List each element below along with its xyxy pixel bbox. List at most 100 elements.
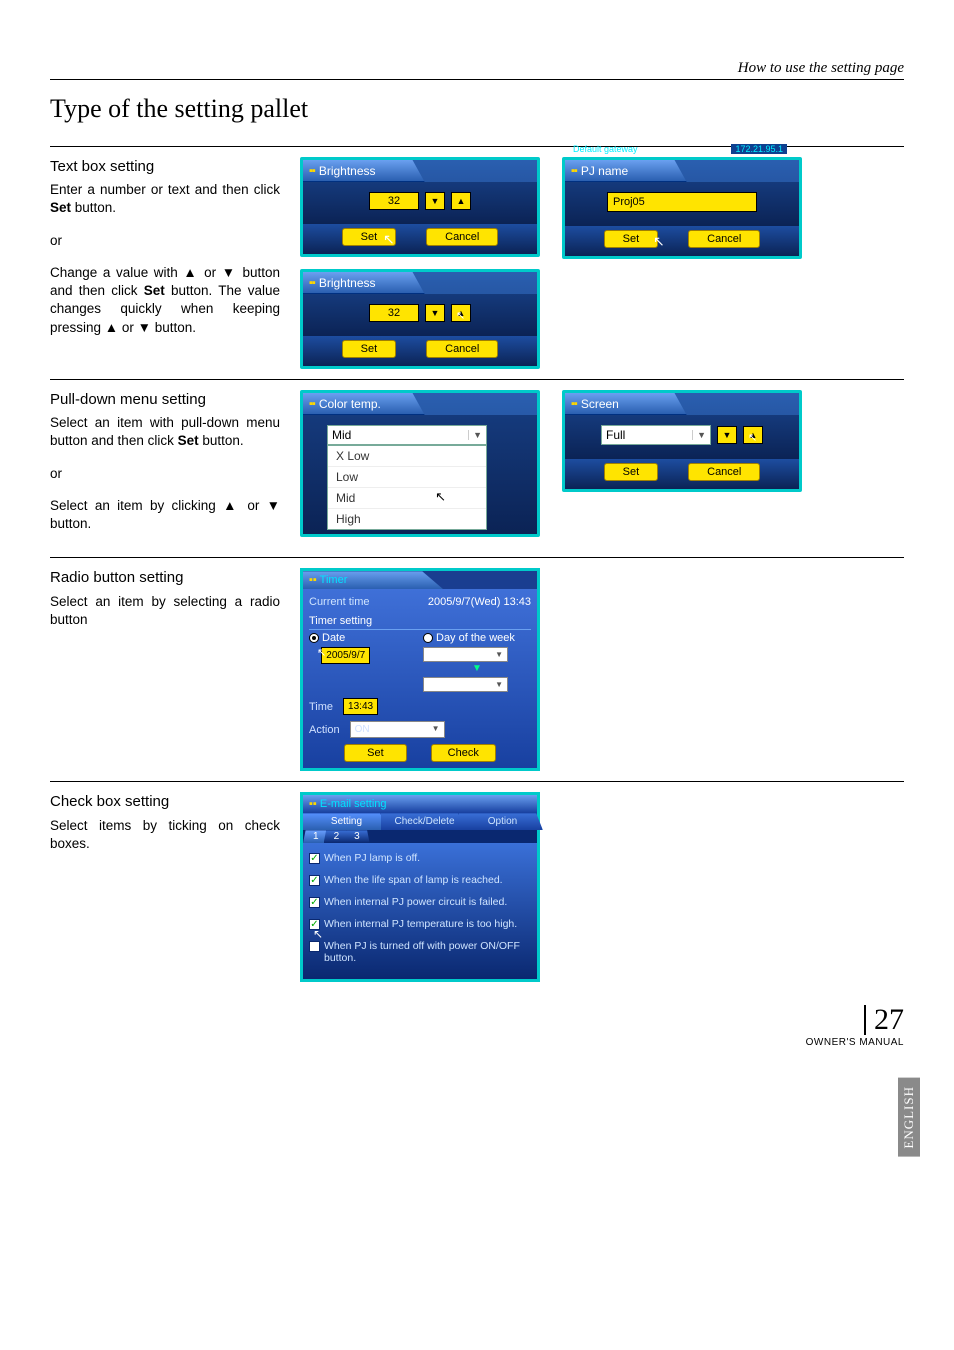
cancel-button[interactable]: Cancel <box>688 230 760 248</box>
panel-screen: ▪▪ Screen Full ▼ ▼ ▲↖ Set Cancel <box>562 390 802 492</box>
cursor-icon: ↖ <box>313 927 323 941</box>
pulldown-p2: Select an item by clicking ▲ or ▼ button… <box>50 497 280 533</box>
section-pulldown: Pull-down menu setting Select an item wi… <box>50 379 904 547</box>
cursor-icon: ↖ <box>748 431 757 444</box>
radio-p1: Select an item by selecting a radio butt… <box>50 593 280 629</box>
colortemp-select[interactable]: Mid ▼ <box>327 425 487 445</box>
gateway-label: Default gateway <box>573 144 638 154</box>
panel-pjname: Default gateway 172.21.95.1 ▪▪ PJ name P… <box>562 157 802 259</box>
colortemp-option[interactable]: Mid <box>328 487 486 508</box>
timer-setting-label: Timer setting <box>309 615 531 630</box>
timer-action-select[interactable]: ON▼ <box>350 721 445 738</box>
radio-dot-icon <box>423 633 433 643</box>
brightness2-title: Brightness <box>319 276 376 290</box>
textbox-or: or <box>50 232 280 250</box>
dow-select[interactable]: ▼ <box>423 647 508 662</box>
chevron-down-icon: ▼ <box>692 430 706 440</box>
colortemp-title: Color temp. <box>319 397 381 411</box>
section-textbox: Text box setting Enter a number or text … <box>50 146 904 369</box>
checkbox-p1: Select items by ticking on check boxes. <box>50 817 280 853</box>
colortemp-option[interactable]: Low <box>328 466 486 487</box>
brightness1-title: Brightness <box>319 164 376 178</box>
up-arrow-button[interactable]: ▲ <box>451 192 471 210</box>
email-tab-setting[interactable]: Setting <box>303 813 387 830</box>
check-item[interactable]: When PJ is turned off with power ON/OFF … <box>309 935 531 969</box>
panel-dots-icon: ▪▪ <box>571 165 577 177</box>
textbox-p1: Enter a number or text and then click Se… <box>50 181 280 217</box>
set-button[interactable]: Set <box>604 463 659 481</box>
panel-dots-icon: ▪▪ <box>309 165 315 177</box>
email-tab-option[interactable]: Option <box>459 813 543 830</box>
textbox-p2: Change a value with ▲ or ▼ button and th… <box>50 264 280 337</box>
timer-date-value[interactable]: 2005/9/7 <box>321 647 370 664</box>
pulldown-heading: Pull-down menu setting <box>50 390 280 410</box>
cursor-icon: ↖ <box>456 309 465 322</box>
panel-dots-icon: ▪▪ <box>309 574 317 586</box>
page-footer: 27 OWNER'S MANUAL <box>806 1005 904 1048</box>
gateway-value: 172.21.95.1 <box>731 144 787 154</box>
pulldown-p1: Select an item with pull-down menu butto… <box>50 414 280 450</box>
colortemp-option[interactable]: X Low <box>328 446 486 466</box>
colortemp-selected: Mid <box>332 428 351 442</box>
timer-action-label: Action <box>309 724 340 736</box>
panel-brightness-2: ▪▪ Brightness 32 ▼ ▲↖ Set Cancel <box>300 269 540 369</box>
up-arrow-button[interactable]: ▲↖ <box>743 426 763 444</box>
check-item[interactable]: When PJ lamp is off. <box>309 847 531 869</box>
email-numtab-3[interactable]: 3 <box>344 830 370 843</box>
email-tab-checkdelete[interactable]: Check/Delete <box>381 813 465 830</box>
set-button[interactable]: Set <box>342 340 397 358</box>
radio-dot-icon <box>309 633 319 643</box>
pulldown-or: or <box>50 465 280 483</box>
pjname-title: PJ name <box>581 164 628 178</box>
timer-time-label: Time <box>309 701 333 713</box>
header-section-label: How to use the setting page <box>50 60 904 80</box>
colortemp-options[interactable]: X Low Low Mid High ↖ <box>327 445 487 530</box>
timer-time-value[interactable]: 13:43 <box>343 698 378 715</box>
down-arrow-button[interactable]: ▼ <box>425 192 445 210</box>
up-arrow-button[interactable]: ▲↖ <box>451 304 471 322</box>
set-button[interactable]: Set <box>344 744 407 762</box>
checkbox-icon <box>309 875 320 886</box>
panel-email: ▪▪ E-mail setting Setting Check/Delete O… <box>300 792 540 982</box>
check-button[interactable]: Check <box>431 744 496 762</box>
screen-title: Screen <box>581 397 619 411</box>
green-down-arrow-icon: ▼ <box>423 663 531 674</box>
cancel-button[interactable]: Cancel <box>688 463 760 481</box>
cancel-button[interactable]: Cancel <box>426 340 498 358</box>
screen-select[interactable]: Full ▼ <box>601 425 711 445</box>
check-item[interactable]: When internal PJ power circuit is failed… <box>309 891 531 913</box>
screen-selected: Full <box>606 428 625 442</box>
section-checkbox: Check box setting Select items by tickin… <box>50 781 904 1042</box>
page-number: 27 <box>864 1005 904 1035</box>
set-button[interactable]: Set <box>342 228 397 246</box>
brightness1-value[interactable]: 32 <box>369 192 419 210</box>
timer-current-label: Current time <box>309 596 370 608</box>
chevron-down-icon: ▼ <box>495 680 503 689</box>
set-button[interactable]: Set <box>604 230 659 248</box>
timer-title: Timer <box>320 574 348 586</box>
brightness2-value[interactable]: 32 <box>369 304 419 322</box>
checkbox-heading: Check box setting <box>50 792 280 812</box>
owners-manual-label: OWNER'S MANUAL <box>806 1037 904 1048</box>
pjname-value[interactable]: Proj05 <box>607 192 757 212</box>
chevron-down-icon: ▼ <box>432 724 440 735</box>
down-arrow-button[interactable]: ▼ <box>717 426 737 444</box>
panel-dots-icon: ▪▪ <box>309 398 315 410</box>
chevron-down-icon: ▼ <box>468 430 482 440</box>
check-item[interactable]: When the life span of lamp is reached. <box>309 869 531 891</box>
checkbox-icon <box>309 897 320 908</box>
colortemp-option[interactable]: High <box>328 508 486 529</box>
checkbox-icon <box>309 853 320 864</box>
cursor-icon: ↖ <box>435 489 446 505</box>
radio-heading: Radio button setting <box>50 568 280 588</box>
textbox-heading: Text box setting <box>50 157 280 177</box>
radio-date[interactable]: Date <box>309 632 417 644</box>
section-radio: Radio button setting Select an item by s… <box>50 557 904 771</box>
down-arrow-button[interactable]: ▼ <box>425 304 445 322</box>
panel-dots-icon: ▪▪ <box>571 398 577 410</box>
panel-timer: ▪▪ Timer Current time 2005/9/7(Wed) 13:4… <box>300 568 540 771</box>
cancel-button[interactable]: Cancel <box>426 228 498 246</box>
check-item[interactable]: When internal PJ temperature is too high… <box>309 913 531 935</box>
dow-select-2[interactable]: ▼ <box>423 677 508 692</box>
radio-dow[interactable]: Day of the week <box>423 632 531 644</box>
